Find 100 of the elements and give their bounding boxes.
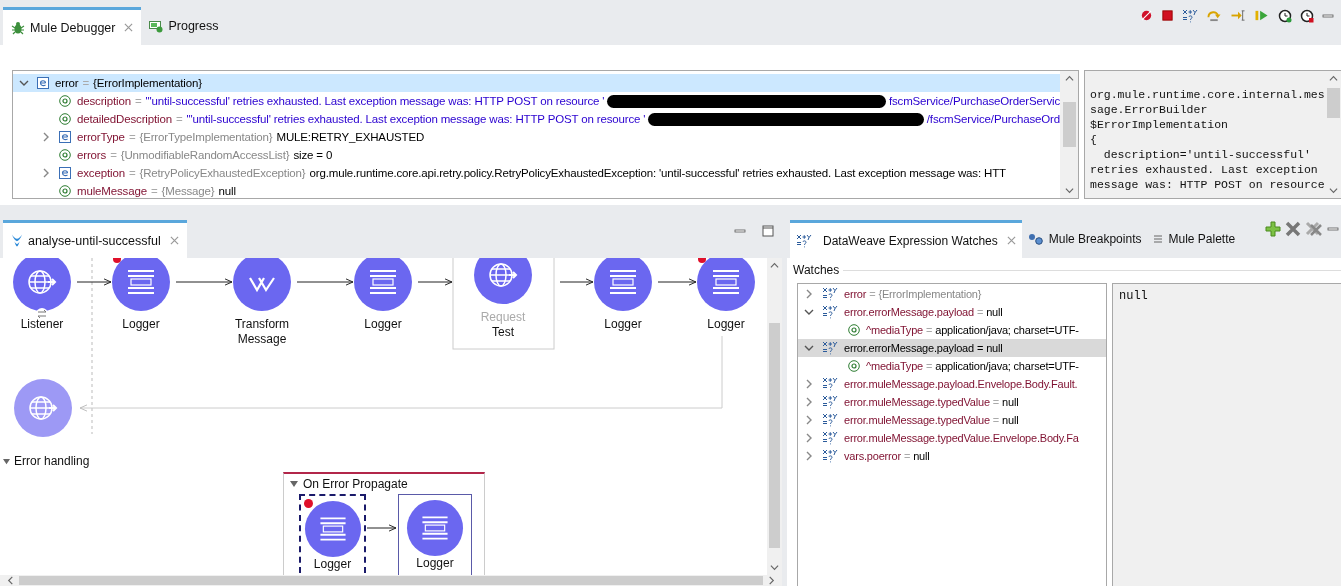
- group-label: Watches: [793, 263, 840, 277]
- variable-type: {RetryPolicyExhaustedException}: [139, 167, 306, 179]
- variable-value: null: [218, 185, 236, 197]
- watch-row[interactable]: ^mediaType = application/java; charset=UTF-: [798, 321, 1106, 339]
- node-label: Logger: [313, 558, 352, 571]
- watch-row[interactable]: error.muleMessage.typedValue.Envelope.Body.Fa: [798, 429, 1106, 447]
- watch-expression: error.muleMessage.payload.Envelope.Body.Fault.: [844, 378, 1078, 390]
- equals-sign: =: [992, 396, 1000, 408]
- scope-title: On Error Propagate: [303, 477, 408, 491]
- view-tab[interactable]: Mule Debugger: [3, 7, 142, 45]
- equals-sign: =: [926, 324, 933, 336]
- variable-name: errorType: [77, 131, 125, 143]
- attribute-value: application/java; charset=UTF-: [935, 324, 1079, 336]
- watch-value: null: [913, 450, 930, 462]
- attribute-value: application/java; charset=UTF-: [935, 360, 1079, 372]
- detail-text-line: description='until-successful': [1102, 147, 1312, 162]
- variable-name: exception: [77, 167, 125, 179]
- node-operation: Request: [479, 310, 527, 325]
- node-label: Transform Message: [233, 317, 291, 347]
- variable-row[interactable]: exception = {RetryPolicyExhaustedException} org.mule.runtime.core.api.retry.policy.RetryPolicyExhaustedException: 'until-successful' retries exhausted. Last exception message was: HTT: [13, 164, 1060, 182]
- watch-expression: error.muleMessage.typedValue: [844, 396, 990, 408]
- variable-name: errors: [77, 149, 107, 161]
- node-label: Listener: [19, 317, 65, 332]
- detail-text-line: {: [1090, 132, 1098, 147]
- section-label: Error handling: [14, 454, 90, 468]
- equals-sign: =: [150, 185, 158, 197]
- variable-type: {UnmodifiableRandomAccessList}: [120, 149, 290, 161]
- variable-type: {Message}: [161, 185, 215, 197]
- tab-label: Mule Debugger: [30, 20, 116, 35]
- variable-value: "'until-successful' retries exhausted. Last exception message was: HTTP POST on resource ': [186, 113, 646, 125]
- equals-sign: =: [128, 131, 136, 143]
- node-label: Logger: [121, 317, 161, 332]
- tab-label: analyse-until-successful: [28, 233, 161, 248]
- variable-name: error: [55, 77, 79, 89]
- equals-sign: =: [869, 288, 876, 300]
- watch-expression: error: [844, 288, 867, 300]
- variable-name: muleMessage: [77, 185, 147, 197]
- watch-value: null: [986, 342, 1003, 354]
- equals-sign: =: [82, 77, 90, 89]
- watch-expression: error.errorMessage.payload: [844, 306, 974, 318]
- equals-sign: =: [976, 306, 984, 318]
- variable-row[interactable]: error = {ErrorImplementation}: [13, 74, 1060, 92]
- watch-row[interactable]: error.muleMessage.typedValue = null: [798, 411, 1106, 429]
- node-label: Logger: [706, 317, 746, 332]
- equals-sign: =: [110, 149, 117, 161]
- view-tab[interactable]: Progress: [141, 7, 227, 45]
- attribute-name: ^mediaType: [866, 324, 923, 336]
- watch-row[interactable]: error.muleMessage.payload.Envelope.Body.Fault.: [798, 375, 1106, 393]
- equals-sign: =: [175, 113, 183, 125]
- equals-sign: =: [903, 450, 911, 462]
- variable-type: {ErrorTypeImplementation}: [139, 131, 273, 143]
- attribute-name: ^mediaType: [866, 360, 923, 372]
- tab-label: Progress: [168, 19, 219, 33]
- tab-label: Mule Palette: [1168, 232, 1236, 246]
- tab-label: Mule Breakpoints: [1048, 232, 1142, 246]
- tab-label: DataWeave Expression Watches: [823, 233, 998, 248]
- watch-value: null: [1002, 396, 1019, 408]
- watch-result: null: [1119, 289, 1148, 303]
- equals-sign: =: [976, 342, 984, 354]
- editor-tab[interactable]: analyse-until-successful: [3, 220, 187, 258]
- variable-row[interactable]: muleMessage = {Message} null: [13, 182, 1060, 198]
- variable-value: size = 0: [293, 149, 333, 161]
- variable-type: {ErrorImplementation}: [93, 77, 202, 89]
- view-tab[interactable]: Mule Breakpoints: [1021, 220, 1148, 258]
- variable-row[interactable]: description = "'until-successful' retries exhausted. Last exception message was: HTTP POST on resource ' fscmService/PurchaseOrderServic: [13, 92, 1060, 110]
- variable-row[interactable]: detailedDescription = "'until-successful' retries exhausted. Last exception message was: HTTP POST on resource ' /fscmService/PurchaseOrd: [13, 110, 1060, 128]
- variable-value: /fscmService/PurchaseOrd: [926, 113, 1060, 125]
- view-tab[interactable]: Mule Palette: [1147, 220, 1242, 258]
- equals-sign: =: [128, 167, 136, 179]
- equals-sign: =: [992, 414, 1000, 426]
- watch-type: {ErrorImplementation}: [878, 288, 982, 300]
- detail-text-line: retries exhausted. Last exception: [1090, 162, 1319, 177]
- variable-value: fscmService/PurchaseOrderServic: [888, 95, 1060, 107]
- watch-row[interactable]: error.muleMessage.typedValue = null: [798, 393, 1106, 411]
- watch-row[interactable]: error.errorMessage.payload = null: [798, 339, 1106, 357]
- watch-value: null: [986, 306, 1003, 318]
- equals-sign: =: [134, 95, 142, 107]
- watch-row[interactable]: error.errorMessage.payload = null: [798, 303, 1106, 321]
- variable-row[interactable]: errorType = {ErrorTypeImplementation} MULE:RETRY_EXHAUSTED: [13, 128, 1060, 146]
- watch-row[interactable]: vars.poerror = null: [798, 447, 1106, 465]
- watch-row[interactable]: error = {ErrorImplementation}: [798, 285, 1106, 303]
- node-label: Logger: [416, 557, 454, 570]
- detail-text-line: $ErrorImplementation: [1090, 117, 1230, 132]
- node-label: Logger: [603, 317, 643, 332]
- variable-name: detailedDescription: [77, 113, 172, 125]
- variable-row[interactable]: errors = {UnmodifiableRandomAccessList} size = 0: [13, 146, 1060, 164]
- watch-expression: error.muleMessage.typedValue: [844, 414, 990, 426]
- watch-expression: error.errorMessage.payload: [844, 342, 974, 354]
- view-tab[interactable]: DataWeave Expression Watches: [790, 220, 1022, 258]
- detail-text-line: org.mule.runtime.core.internal.mes: [1090, 87, 1325, 102]
- watch-expression: vars.poerror: [844, 450, 901, 462]
- watch-expression: error.muleMessage.typedValue.Envelope.Body.Fa: [844, 432, 1079, 444]
- node-label: Test: [491, 325, 515, 340]
- variable-name: description: [77, 95, 131, 107]
- detail-text-line: sage.ErrorBuilder: [1090, 102, 1209, 117]
- watch-value: null: [1002, 414, 1019, 426]
- watch-row[interactable]: ^mediaType = application/java; charset=UTF-: [798, 357, 1106, 375]
- variable-value: org.mule.runtime.core.api.retry.policy.RetryPolicyExhaustedException: 'until-successful' retries exhausted. Last exception message was: HTT: [309, 167, 1006, 179]
- node-label: Logger: [363, 317, 403, 332]
- detail-text-line: message was: HTTP POST on resource: [1090, 177, 1325, 192]
